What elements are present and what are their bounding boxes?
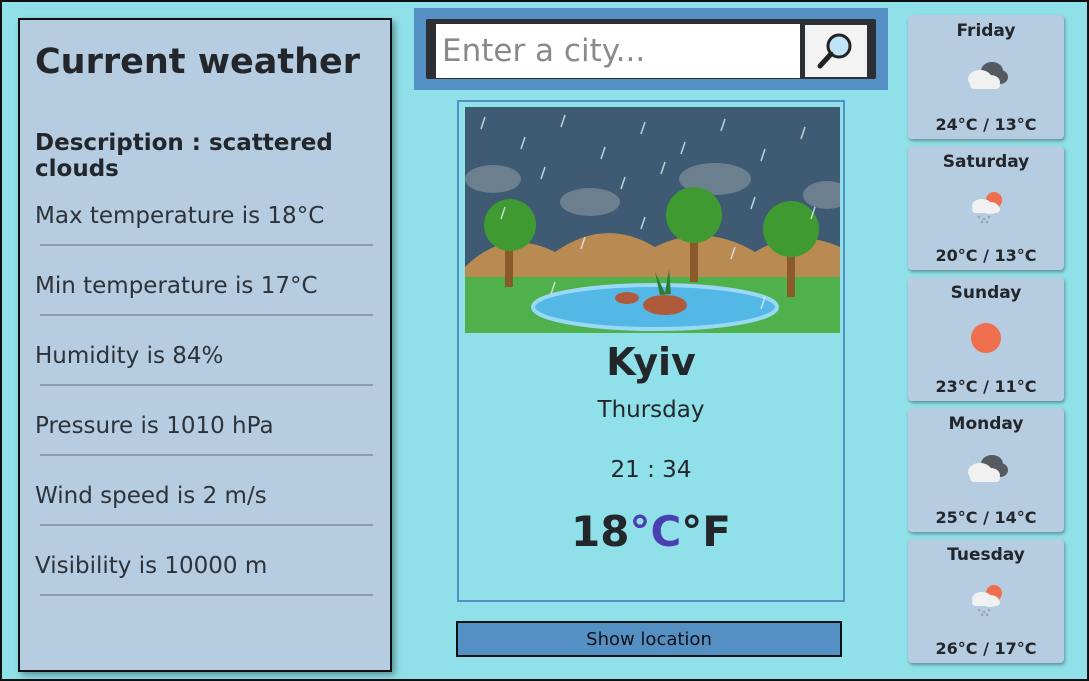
forecast-temps: 23°C / 11°C xyxy=(935,377,1037,396)
sun-rain-icon xyxy=(972,585,1002,617)
show-location-button[interactable]: Show location xyxy=(456,621,842,657)
divider xyxy=(40,244,373,246)
forecast-temps: 24°C / 13°C xyxy=(935,115,1037,134)
city-card: Kyiv Thursday 21 : 34 18°C°F xyxy=(457,100,845,602)
fahrenheit-toggle[interactable]: °F xyxy=(681,507,731,556)
city-name: Kyiv xyxy=(606,340,696,384)
forecast-day: Sunday xyxy=(950,283,1022,303)
forecast-temps: 25°C / 14°C xyxy=(935,508,1037,527)
forecast-temps: 20°C / 13°C xyxy=(935,246,1037,265)
sun-icon xyxy=(971,323,1001,353)
sun-rain-icon xyxy=(972,192,1002,224)
weekday: Thursday xyxy=(597,397,705,423)
temperature-value: 18 xyxy=(571,507,630,556)
visibility: Visibility is 10000 m xyxy=(35,553,268,579)
forecast-card: Saturday 20°C / 13°C xyxy=(908,146,1064,270)
search-input[interactable] xyxy=(436,24,800,78)
forecast-card: Monday 25°C / 14°C xyxy=(908,408,1064,532)
cloud-icon xyxy=(968,455,1008,482)
panel-title: Current weather xyxy=(35,42,361,82)
app-frame: Current weather Description : scattered … xyxy=(0,0,1089,681)
forecast-card: Friday 24°C / 13°C xyxy=(908,15,1064,139)
search-icon xyxy=(817,33,852,69)
local-time: 21 : 34 xyxy=(610,457,692,483)
cloud-icon xyxy=(968,62,1008,89)
weather-description: Description : scattered clouds xyxy=(35,130,333,182)
humidity: Humidity is 84% xyxy=(35,343,224,369)
pressure: Pressure is 1010 hPa xyxy=(35,413,274,439)
divider xyxy=(40,524,373,526)
divider xyxy=(40,384,373,386)
forecast-day: Tuesday xyxy=(947,545,1025,565)
divider xyxy=(40,454,373,456)
celsius-toggle[interactable]: °C xyxy=(629,507,681,556)
divider xyxy=(40,314,373,316)
current-weather-panel: Current weather Description : scattered … xyxy=(18,18,392,672)
search-container xyxy=(426,19,876,79)
wind-speed: Wind speed is 2 m/s xyxy=(35,483,267,509)
forecast-day: Monday xyxy=(948,414,1024,434)
forecast-day: Friday xyxy=(956,21,1016,41)
max-temperature: Max temperature is 18°C xyxy=(35,203,325,229)
forecast-temps: 26°C / 17°C xyxy=(935,639,1037,658)
search-button[interactable] xyxy=(805,25,867,77)
min-temperature: Min temperature is 17°C xyxy=(35,273,318,299)
divider xyxy=(40,594,373,596)
forecast-day: Saturday xyxy=(942,152,1030,172)
weather-illustration xyxy=(465,107,840,333)
search-bar xyxy=(414,8,888,90)
forecast-card: Tuesday 26°C / 17°C xyxy=(908,539,1064,663)
forecast-card: Sunday 23°C / 11°C xyxy=(908,277,1064,401)
temperature: 18°C°F xyxy=(459,507,843,556)
